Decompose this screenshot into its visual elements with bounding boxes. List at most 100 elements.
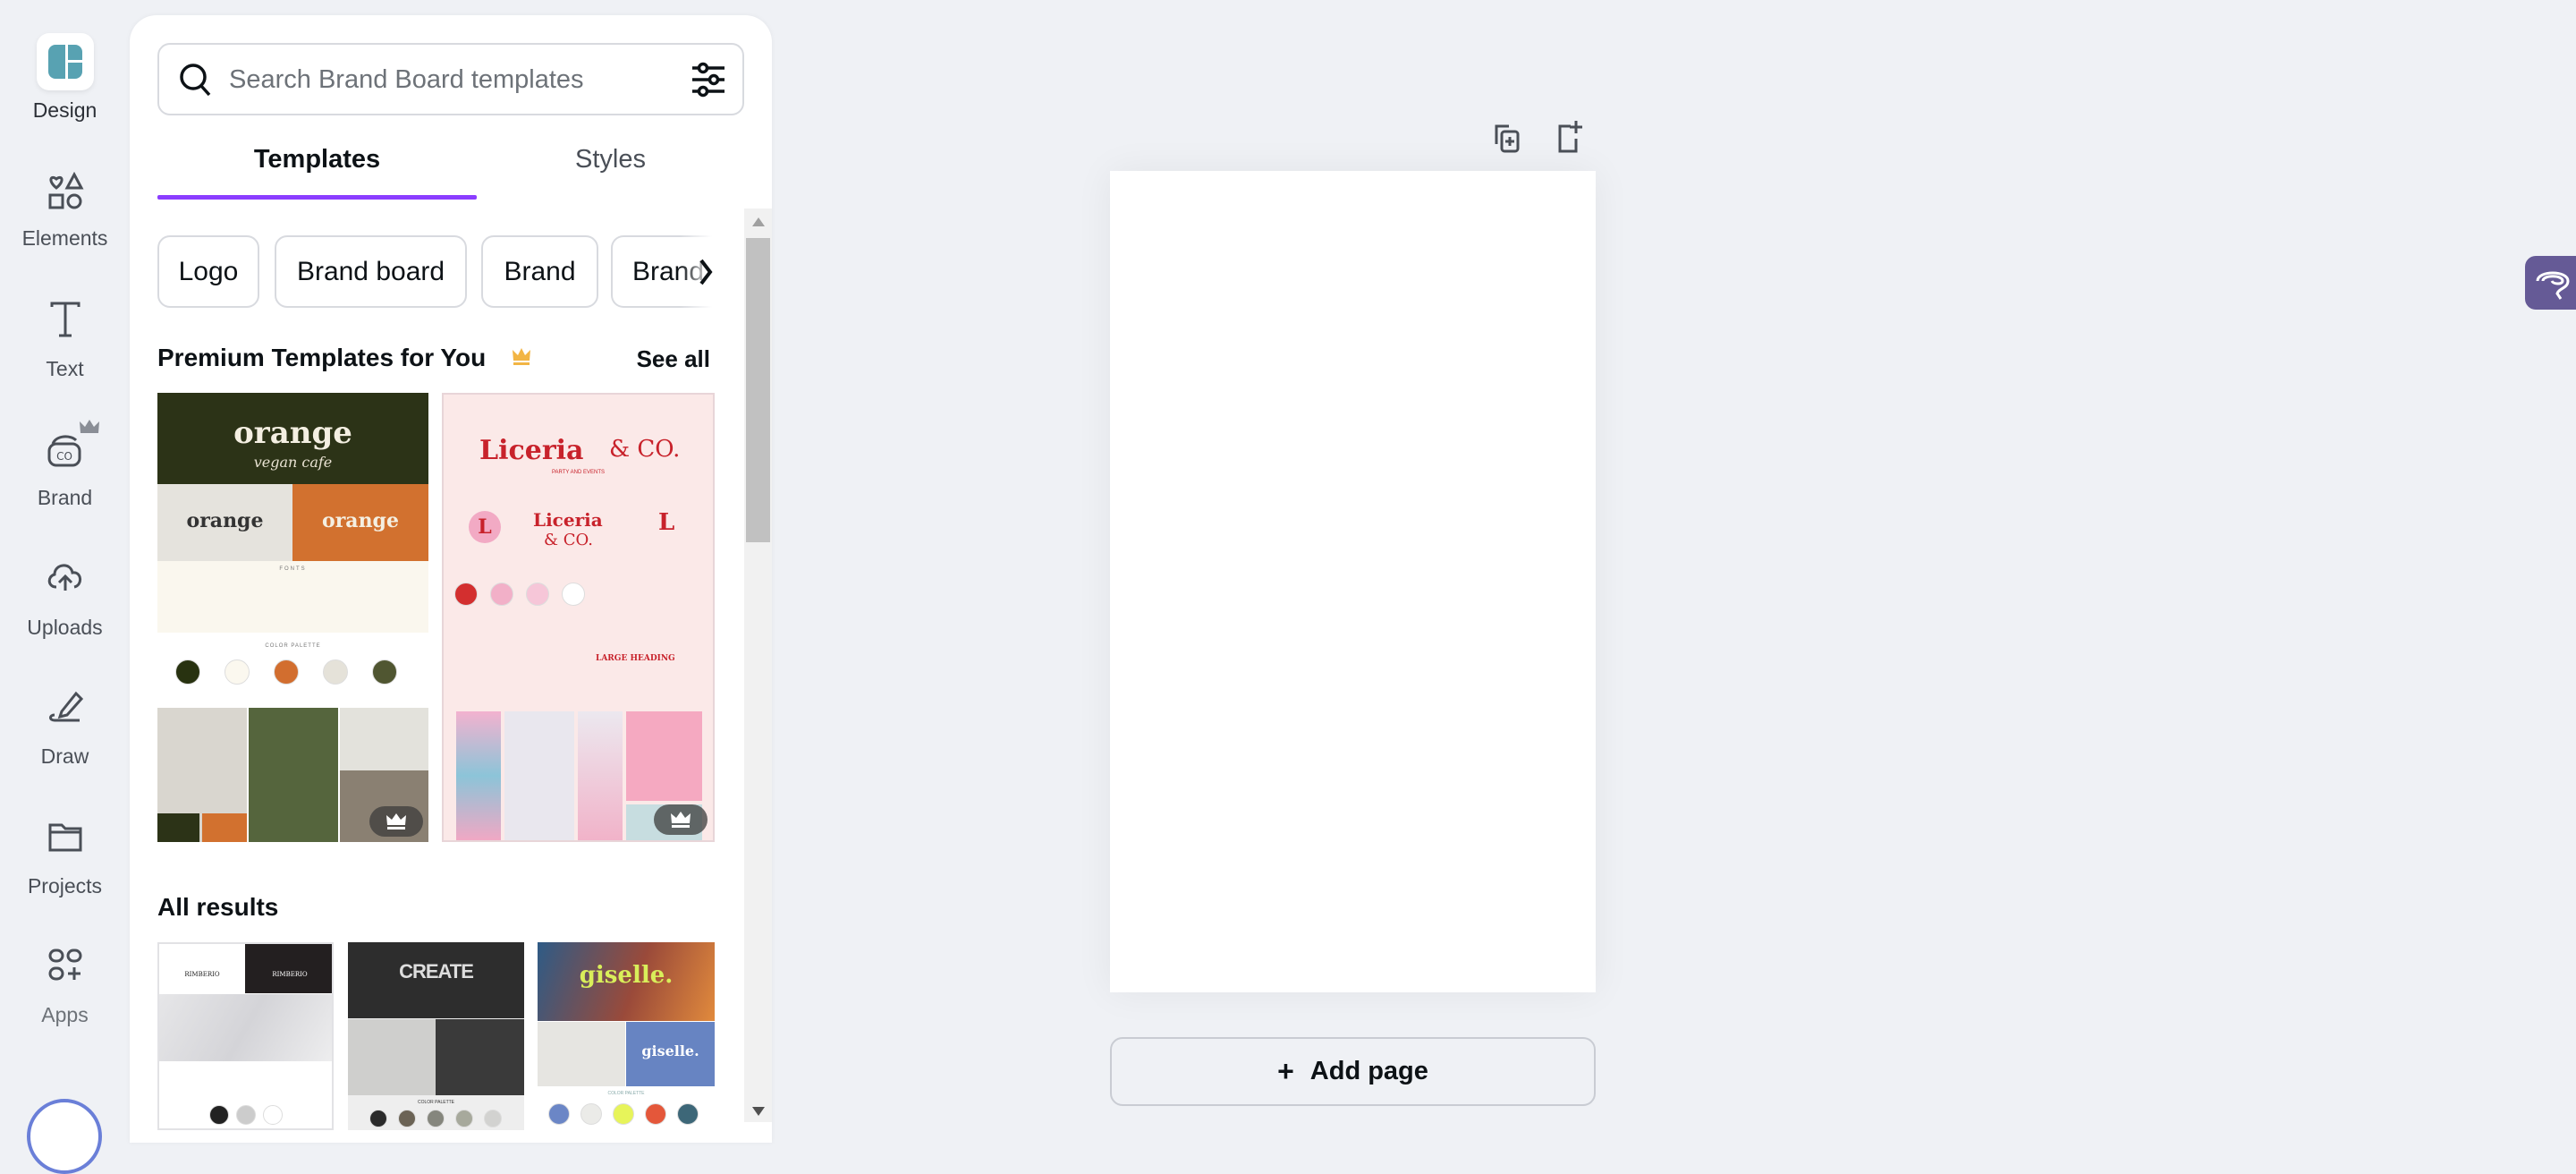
template-title: orange <box>233 415 352 451</box>
chip-brand-board[interactable]: Brand board <box>275 235 467 308</box>
color-swatch <box>484 1110 502 1127</box>
scroll-up-arrow[interactable] <box>752 217 765 226</box>
crown-icon <box>671 812 691 828</box>
template-logo-text: orange <box>322 509 399 532</box>
sidebar-item-label: Projects <box>27 874 103 898</box>
color-swatch <box>175 659 200 685</box>
template-title: giselle. <box>641 1042 699 1059</box>
template-title: RIMBERIO <box>272 971 308 978</box>
premium-section-title: Premium Templates for You <box>157 344 487 371</box>
color-swatch <box>526 583 549 606</box>
color-swatch <box>613 1103 634 1125</box>
fonts-label: FONTS <box>279 566 307 572</box>
elements-icon <box>48 171 83 209</box>
template-card-orange[interactable]: orange vegan cafe orange orange FONTS CO… <box>157 393 428 842</box>
search-box[interactable] <box>157 43 744 115</box>
color-swatch <box>548 1103 570 1125</box>
color-swatch <box>580 1103 602 1125</box>
brand-icon: CO <box>47 435 80 467</box>
assistant-side-tab[interactable] <box>2525 256 2576 310</box>
sidebar-item-label: Elements <box>21 226 108 250</box>
add-page-icon[interactable] <box>1555 119 1585 155</box>
tab-underline <box>157 195 477 200</box>
color-swatch <box>455 1110 473 1127</box>
scroll-down-arrow[interactable] <box>752 1107 765 1116</box>
see-all-link[interactable]: See all <box>626 345 710 373</box>
color-swatch <box>645 1103 666 1125</box>
design-icon <box>47 45 82 79</box>
template-title: CREATE <box>399 960 474 983</box>
sidebar-item-design[interactable]: Design <box>0 33 130 132</box>
template-logo-text: & CO. <box>544 531 593 549</box>
template-title-2: & CO. <box>609 436 681 463</box>
sidebar-item-label: Design <box>32 98 97 122</box>
apps-icon <box>48 949 81 981</box>
sidebar-item-text[interactable]: Text <box>0 298 130 396</box>
add-page-label: Add page <box>1309 1057 1428 1085</box>
filter-sliders-icon[interactable] <box>691 61 726 98</box>
sidebar-item-label: Apps <box>41 1003 89 1026</box>
canvas-page[interactable] <box>1110 171 1596 992</box>
template-title: Liceria <box>479 435 584 466</box>
search-icon <box>180 64 211 97</box>
chevron-right-icon[interactable] <box>698 258 714 286</box>
color-swatch <box>225 659 250 685</box>
sidebar-item-uploads[interactable]: Uploads <box>0 555 130 653</box>
sidebar-item-label: Brand <box>37 486 93 509</box>
premium-badge <box>654 804 708 835</box>
sidebar-item-projects[interactable]: Projects <box>0 814 130 913</box>
sidebar-item-apps[interactable]: Apps <box>0 944 130 1042</box>
color-swatch <box>274 659 299 685</box>
color-swatch <box>323 659 348 685</box>
color-swatch <box>490 583 513 606</box>
sidebar-item-draw[interactable]: Draw <box>0 685 130 783</box>
template-logo-text: orange <box>186 509 264 532</box>
template-card-giselle[interactable]: giselle. giselle. COLOR PALETTE <box>538 942 715 1130</box>
svg-text:CO: CO <box>56 450 72 463</box>
template-logo-text: Liceria <box>533 509 603 531</box>
template-title: giselle. <box>579 962 674 989</box>
add-page-button[interactable]: + Add page <box>1110 1037 1596 1106</box>
chip-logo[interactable]: Logo <box>157 235 259 308</box>
plus-icon: + <box>1277 1055 1294 1087</box>
chip-brand[interactable]: Brand <box>481 235 598 308</box>
scrollbar-thumb[interactable] <box>746 238 770 542</box>
palette-label: COLOR PALETTE <box>265 643 321 649</box>
assistant-icon <box>2536 271 2570 300</box>
crown-icon <box>386 813 406 829</box>
palette-label: COLOR PALETTE <box>417 1100 455 1105</box>
template-card-create[interactable]: CREATE COLOR PALETTE <box>348 942 524 1130</box>
tab-templates[interactable]: Templates <box>157 145 477 174</box>
sidebar-item-label: Uploads <box>27 616 103 639</box>
color-swatch <box>677 1103 699 1125</box>
template-subtitle: PARTY AND EVENTS <box>551 470 606 475</box>
color-swatch <box>398 1110 416 1127</box>
premium-crown-icon <box>80 420 99 433</box>
color-swatch <box>427 1110 445 1127</box>
draw-icon <box>48 691 83 722</box>
duplicate-page-icon[interactable] <box>1491 123 1521 155</box>
sidebar-item-label: Text <box>46 357 84 380</box>
avatar[interactable] <box>27 1099 102 1174</box>
template-card-rimberio[interactable]: RIMBERIO RIMBERIO <box>157 942 334 1130</box>
all-results-title: All results <box>157 893 279 921</box>
folder-icon <box>48 823 81 852</box>
palette-label: COLOR PALETTE <box>607 1091 645 1096</box>
template-card-liceria[interactable]: Liceria & CO. PARTY AND EVENTS L Liceria… <box>442 393 715 842</box>
sidebar-item-label: Draw <box>40 744 89 768</box>
search-input[interactable] <box>229 61 649 98</box>
template-subtitle: vegan cafe <box>253 454 333 471</box>
tab-styles[interactable]: Styles <box>477 145 744 174</box>
upload-cloud-icon <box>47 564 81 591</box>
text-icon <box>50 302 80 337</box>
color-swatch <box>372 659 397 685</box>
panel-scrollbar[interactable] <box>744 208 772 1122</box>
premium-badge <box>369 806 423 837</box>
color-swatch <box>562 583 585 606</box>
premium-crown-icon <box>513 348 530 365</box>
template-title: RIMBERIO <box>184 971 220 978</box>
color-swatch <box>454 583 478 606</box>
sidebar-item-brand[interactable]: CO Brand <box>0 419 130 517</box>
color-swatch <box>369 1110 387 1127</box>
sidebar-item-elements[interactable]: Elements <box>0 170 130 268</box>
